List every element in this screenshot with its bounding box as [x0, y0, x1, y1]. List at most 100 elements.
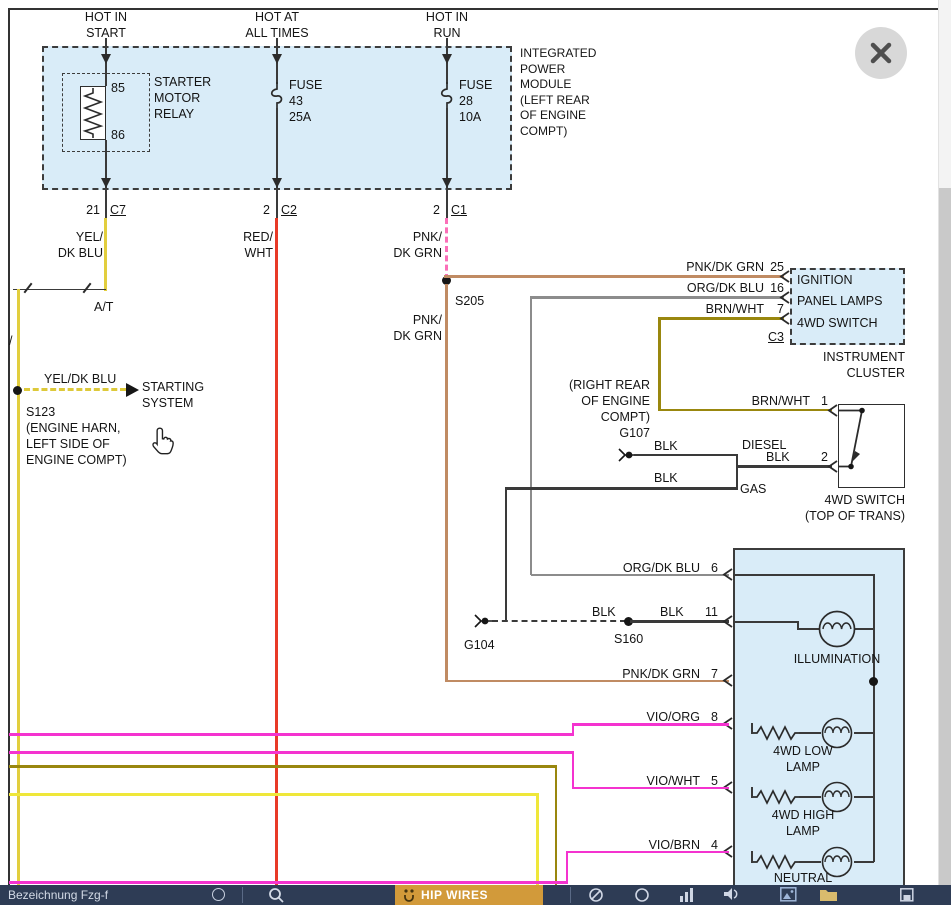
wire-brn-vertical: [658, 317, 661, 411]
wire-c1-stub: [446, 190, 448, 218]
close-icon: [855, 27, 907, 79]
wire-org-to-cluster: [531, 296, 784, 299]
relay-pin-85: 85: [111, 80, 125, 96]
folder-icon[interactable]: [820, 888, 837, 901]
wire-vio-org: [572, 723, 729, 726]
connector-c1-pin: 2: [424, 202, 440, 218]
wire-brn-to-cluster: [659, 317, 784, 320]
blk-right-label: BLK: [660, 604, 684, 620]
ground-g104-label: G104: [464, 637, 495, 653]
scrollbar-track[interactable]: [938, 0, 951, 885]
switch-caption: 4WD SWITCH (TOP OF TRANS): [793, 492, 905, 524]
wire-vio-brn: [566, 851, 729, 854]
wire-label-pnk-dkgrn-lower: PNK/ DK GRN: [390, 312, 442, 344]
switch-pin1: 1: [814, 393, 828, 409]
feed-hot-in-run: HOT IN RUN: [404, 9, 490, 41]
splice-s123-location: (ENGINE HARN, LEFT SIDE OF ENGINE COMPT): [26, 420, 127, 468]
wire-yel-upper: [104, 218, 107, 291]
record-icon[interactable]: [634, 887, 650, 903]
arrow-down-icon: [101, 54, 111, 64]
wire-vio-org-riser: [572, 723, 575, 736]
arrow-right-icon: [126, 383, 139, 397]
instrument-cluster-caption: INSTRUMENT CLUSTER: [803, 349, 905, 381]
scrollbar-thumb[interactable]: [939, 188, 951, 885]
feed-hot-at-all-times: HOT AT ALL TIMES: [234, 9, 320, 41]
wire-high-lamp-right: [854, 796, 874, 798]
blk-left-label: BLK: [592, 604, 616, 620]
wire-yellow-run: [9, 793, 538, 796]
blk-diesel-label: BLK: [654, 438, 678, 454]
wire-vio-wht: [572, 787, 729, 790]
switch-pin1-wire: BRN/WHT: [730, 393, 810, 409]
no-entry-icon[interactable]: [588, 887, 604, 903]
branch-wire-label: YEL/DK BLU: [44, 371, 116, 387]
wire-low-lamp-right: [854, 732, 874, 734]
wire-vio-brn-run: [9, 881, 568, 884]
wire-illum-lamp-left: [797, 628, 819, 630]
hand-cursor-icon: [150, 426, 176, 458]
wire-illum-lamp-right: [855, 628, 874, 630]
arrow-down-icon: [442, 54, 452, 64]
blk-gas-label: BLK: [654, 470, 678, 486]
splice-s205-label: S205: [455, 293, 484, 309]
wire-red-wht: [275, 218, 278, 885]
wire-vio-wht-riser: [572, 751, 575, 789]
connector-chevron-icon: [722, 568, 733, 581]
wire-blk-gas: [506, 487, 737, 490]
illum-pin7: 7: [704, 666, 718, 682]
connector-c3: C3: [764, 329, 784, 345]
cluster-rows: IGNITION PANEL LAMPS 4WD SWITCH: [797, 270, 882, 334]
app-button[interactable]: HIP WIRES: [395, 885, 543, 905]
arrow-down-icon: [101, 178, 111, 188]
connector-chevron-icon: [722, 615, 733, 628]
wire-neutral-lamp-left: [799, 861, 821, 863]
starter-relay-label: STARTER MOTOR RELAY: [154, 74, 211, 122]
wire-vio-brn-riser: [566, 851, 569, 883]
resistor-icon: [753, 855, 799, 869]
resistor-icon: [753, 790, 799, 804]
taskbar: Bezeichnung Fzg-f HIP WIRES: [0, 885, 951, 905]
wire-c7-stub: [105, 190, 107, 218]
switch-pin2: 2: [814, 449, 828, 465]
wire-brn-to-switch: [659, 409, 832, 412]
arrow-down-icon: [272, 178, 282, 188]
info-icon[interactable]: [212, 888, 225, 901]
connector-c7: C7: [110, 202, 126, 218]
wire-olive-run: [9, 765, 557, 768]
feed-hot-in-start: HOT IN START: [64, 9, 148, 41]
power-module-title: INTEGRATED POWER MODULE (LEFT REAR OF EN…: [520, 46, 630, 139]
clipped-wire-label: /: [9, 333, 12, 349]
save-icon[interactable]: [900, 888, 914, 902]
arrow-down-icon: [442, 178, 452, 188]
ground-icon: [616, 448, 636, 462]
wire-pnk-vertical: [445, 284, 448, 682]
cluster-pin7-wire: BRN/WHT: [664, 301, 764, 317]
connector-chevron-icon: [779, 312, 790, 325]
lamp-low-label: 4WD LOW LAMP: [747, 743, 859, 775]
taskbar-left-text: Bezeichnung Fzg-f: [8, 888, 108, 902]
fuse-icon: [438, 82, 456, 110]
wire-olive-riser: [555, 765, 558, 885]
close-button[interactable]: [855, 27, 907, 79]
junction-dot: [869, 677, 878, 686]
chart-icon[interactable]: [680, 888, 694, 902]
ground-icon: [472, 614, 492, 628]
separator: [242, 887, 243, 903]
separator: [570, 887, 571, 903]
wire-illum-pin11-in: [733, 621, 798, 623]
gas-label: GAS: [740, 481, 766, 497]
lamp-high-label: 4WD HIGH LAMP: [747, 807, 859, 839]
wire-org-vertical: [530, 296, 533, 575]
illum-pin11: 11: [700, 604, 718, 620]
wire-vio-wht-run: [9, 751, 574, 754]
relay-coil-icon: [80, 86, 106, 140]
at-branch-label: A/T: [94, 299, 113, 315]
search-icon[interactable]: [268, 887, 284, 903]
starting-system-label: STARTING SYSTEM: [142, 379, 204, 411]
cluster-pin16-wire: ORG/DK BLU: [664, 280, 764, 296]
speaker-icon[interactable]: [724, 887, 742, 903]
wire-vio-org-run: [9, 733, 574, 736]
connector-c2-pin: 2: [254, 202, 270, 218]
arrow-down-icon: [272, 54, 282, 64]
image-icon[interactable]: [780, 887, 797, 902]
